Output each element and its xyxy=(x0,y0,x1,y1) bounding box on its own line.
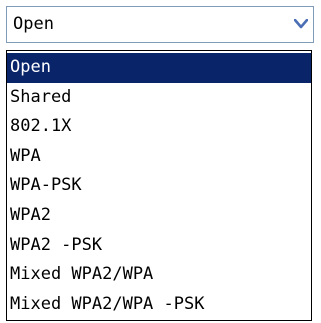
list-option-mixed-wpa2-wpa[interactable]: Mixed WPA2/WPA xyxy=(7,260,311,290)
list-option-wpa2-psk[interactable]: WPA2 -PSK xyxy=(7,231,311,261)
list-option-wpa[interactable]: WPA xyxy=(7,142,311,172)
select-current-value: Open xyxy=(13,14,54,34)
list-option-open[interactable]: Open xyxy=(7,53,311,83)
security-mode-select[interactable]: Open xyxy=(6,6,314,43)
list-option-wpa2[interactable]: WPA2 xyxy=(7,201,311,231)
list-option-shared[interactable]: Shared xyxy=(7,83,311,113)
chevron-down-icon[interactable] xyxy=(293,15,309,33)
list-option-wpa-psk[interactable]: WPA-PSK xyxy=(7,171,311,201)
list-option-802-1x[interactable]: 802.1X xyxy=(7,112,311,142)
list-option-mixed-wpa2-wpa-psk[interactable]: Mixed WPA2/WPA -PSK xyxy=(7,290,311,320)
dropdown-list: Open Shared 802.1X WPA WPA-PSK WPA2 WPA2… xyxy=(6,50,312,321)
